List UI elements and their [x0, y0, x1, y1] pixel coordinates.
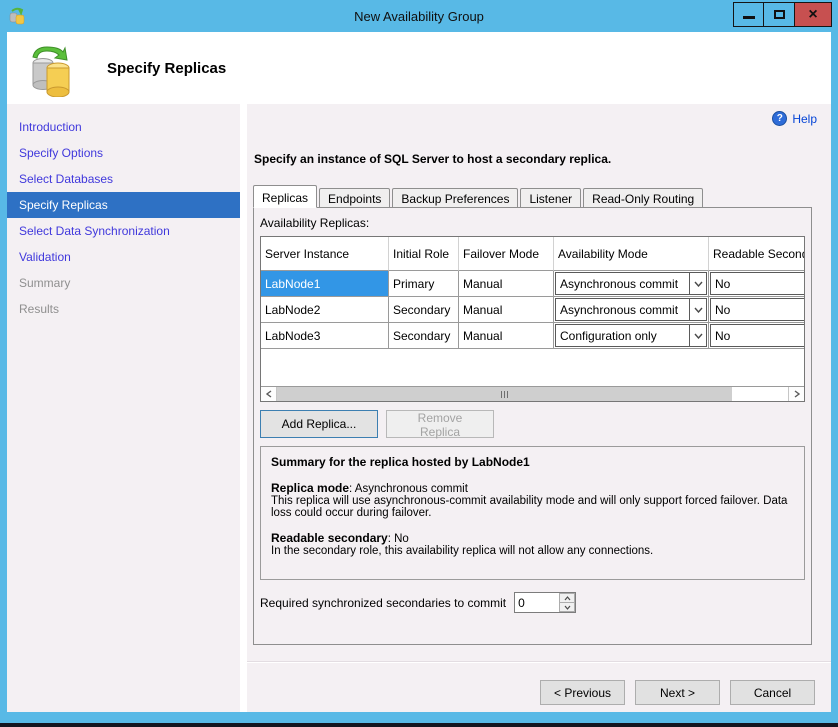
- maximize-button[interactable]: [764, 2, 795, 27]
- required-secondaries-input[interactable]: [515, 593, 559, 612]
- tab-read-only-routing[interactable]: Read-Only Routing: [583, 188, 703, 208]
- sidebar-item-specify-options[interactable]: Specify Options: [7, 140, 240, 166]
- required-secondaries-spinner: [514, 592, 576, 613]
- cell-failover-mode: Manual: [459, 271, 554, 297]
- readable-secondary-value: : No: [388, 533, 409, 545]
- database-sync-icon: [25, 39, 79, 97]
- required-secondaries-label: Required synchronized secondaries to com…: [260, 596, 506, 610]
- remove-replica-button: Remove Replica: [386, 410, 494, 438]
- replica-mode-value: : Asynchronous commit: [349, 483, 468, 495]
- readable-secondary-combobox[interactable]: No: [710, 272, 805, 295]
- readable-secondary-description: In the secondary role, this availability…: [271, 545, 794, 557]
- sidebar-item-summary: Summary: [7, 270, 240, 296]
- minimize-icon: [743, 16, 755, 19]
- scrollbar-grip-icon: [500, 391, 509, 398]
- tab-replicas[interactable]: Replicas: [253, 185, 317, 208]
- readable-secondary-combobox[interactable]: No: [710, 298, 805, 321]
- replica-mode-label: Replica mode: [271, 481, 349, 495]
- main-pane: ? Help Specify an instance of SQL Server…: [247, 104, 831, 712]
- close-icon: ×: [808, 7, 817, 23]
- sidebar-item-select-databases[interactable]: Select Databases: [7, 166, 240, 192]
- tab-strip: Replicas Endpoints Backup Preferences Li…: [253, 185, 705, 208]
- page-title: Specify Replicas: [107, 60, 226, 77]
- table-row[interactable]: LabNode1 Primary Manual Asynchronous com…: [261, 271, 805, 297]
- title-bar: New Availability Group ×: [0, 0, 838, 32]
- replicas-tab-panel: Availability Replicas: Server Instance I…: [253, 207, 812, 645]
- table-row[interactable]: LabNode2 Secondary Manual Asynchronous c…: [261, 297, 805, 323]
- horizontal-scrollbar[interactable]: [261, 386, 804, 401]
- wizard-header: Specify Replicas: [7, 32, 831, 104]
- replicas-table: Server Instance Initial Role Failover Mo…: [260, 236, 805, 402]
- sidebar-item-introduction[interactable]: Introduction: [7, 114, 240, 140]
- scrollbar-track[interactable]: [732, 387, 788, 401]
- close-button[interactable]: ×: [795, 2, 832, 27]
- readable-secondary-label: Readable secondary: [271, 531, 388, 545]
- add-replica-button[interactable]: Add Replica...: [260, 410, 378, 438]
- table-header-row: Server Instance Initial Role Failover Mo…: [261, 237, 805, 271]
- column-readable-secondary[interactable]: Readable Secondary: [709, 237, 805, 271]
- column-failover-mode[interactable]: Failover Mode: [459, 237, 554, 271]
- sidebar-divider: [240, 104, 247, 712]
- wizard-steps-sidebar: Introduction Specify Options Select Data…: [7, 104, 240, 712]
- tab-backup-preferences[interactable]: Backup Preferences: [392, 188, 518, 208]
- footer-buttons: < Previous Next > Cancel: [530, 680, 815, 705]
- scroll-right-button[interactable]: [788, 387, 804, 401]
- spin-up-button[interactable]: [559, 593, 575, 603]
- sidebar-item-select-data-synchronization[interactable]: Select Data Synchronization: [7, 218, 240, 244]
- summary-panel: Summary for the replica hosted by LabNod…: [260, 446, 805, 580]
- cell-initial-role: Secondary: [389, 297, 459, 323]
- window-content: Specify Replicas Introduction Specify Op…: [7, 32, 831, 712]
- help-link[interactable]: ? Help: [772, 111, 817, 126]
- maximize-icon: [774, 10, 785, 19]
- availability-mode-combobox[interactable]: Asynchronous commit: [555, 272, 707, 295]
- column-server-instance[interactable]: Server Instance: [261, 237, 389, 271]
- minimize-button[interactable]: [733, 2, 764, 27]
- tab-endpoints[interactable]: Endpoints: [319, 188, 390, 208]
- column-initial-role[interactable]: Initial Role: [389, 237, 459, 271]
- spin-down-button[interactable]: [559, 603, 575, 612]
- next-button[interactable]: Next >: [635, 680, 720, 705]
- cell-failover-mode: Manual: [459, 323, 554, 349]
- window-bottom-edge: [0, 723, 838, 727]
- summary-title: Summary for the replica hosted by LabNod…: [271, 455, 794, 469]
- availability-mode-combobox[interactable]: Asynchronous commit: [555, 298, 707, 321]
- sidebar-item-validation[interactable]: Validation: [7, 244, 240, 270]
- sidebar-item-specify-replicas[interactable]: Specify Replicas: [7, 192, 240, 218]
- chevron-down-icon[interactable]: [689, 299, 706, 320]
- availability-mode-combobox[interactable]: Configuration only: [555, 324, 707, 347]
- cancel-button[interactable]: Cancel: [730, 680, 815, 705]
- availability-replicas-label: Availability Replicas:: [260, 216, 805, 230]
- cell-server-instance[interactable]: LabNode1: [261, 271, 389, 297]
- tab-listener[interactable]: Listener: [520, 188, 581, 208]
- replica-mode-description: This replica will use asynchronous-commi…: [271, 495, 794, 519]
- wizard-window: New Availability Group × Specify Replica…: [0, 0, 838, 727]
- sidebar-item-results: Results: [7, 296, 240, 322]
- cell-server-instance[interactable]: LabNode3: [261, 323, 389, 349]
- help-label: Help: [792, 112, 817, 126]
- table-row[interactable]: LabNode3 Secondary Manual Configuration …: [261, 323, 805, 349]
- cell-failover-mode: Manual: [459, 297, 554, 323]
- footer-divider: [247, 661, 831, 663]
- instruction-text: Specify an instance of SQL Server to hos…: [254, 152, 611, 166]
- chevron-down-icon[interactable]: [689, 325, 706, 346]
- column-availability-mode[interactable]: Availability Mode: [554, 237, 709, 271]
- chevron-down-icon[interactable]: [689, 273, 706, 294]
- scrollbar-thumb[interactable]: [277, 387, 732, 401]
- help-icon: ?: [772, 111, 787, 126]
- previous-button[interactable]: < Previous: [540, 680, 625, 705]
- table-empty-area: [261, 349, 805, 385]
- window-title: New Availability Group: [0, 9, 838, 24]
- cell-initial-role: Secondary: [389, 323, 459, 349]
- cell-server-instance[interactable]: LabNode2: [261, 297, 389, 323]
- readable-secondary-combobox[interactable]: No: [710, 324, 805, 347]
- scroll-left-button[interactable]: [261, 387, 277, 401]
- cell-initial-role: Primary: [389, 271, 459, 297]
